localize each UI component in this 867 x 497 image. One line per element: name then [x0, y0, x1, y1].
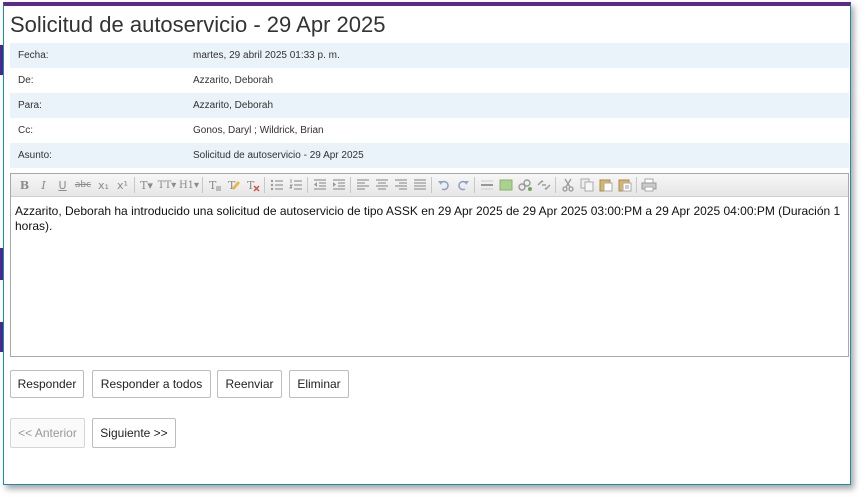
- toolbar-separator: [202, 177, 203, 193]
- redo-icon[interactable]: [453, 176, 472, 194]
- align-left-icon[interactable]: [353, 176, 372, 194]
- message-body[interactable]: Azzarito, Deborah ha introducido una sol…: [11, 197, 848, 241]
- image-icon[interactable]: [496, 176, 515, 194]
- message-editor: B I U abc x₁ x¹ T▾ TT▾ H1▾ T T T Azzarit…: [10, 173, 849, 357]
- reply-button[interactable]: Responder: [10, 370, 84, 398]
- print-icon[interactable]: [639, 176, 658, 194]
- superscript-button[interactable]: x¹: [113, 176, 132, 194]
- editor-toolbar: B I U abc x₁ x¹ T▾ TT▾ H1▾ T T T: [11, 174, 848, 197]
- toolbar-separator: [431, 177, 432, 193]
- align-justify-icon[interactable]: [410, 176, 429, 194]
- toolbar-separator: [134, 177, 135, 193]
- paste-icon[interactable]: [596, 176, 615, 194]
- strikethrough-button[interactable]: abc: [72, 176, 94, 194]
- message-window: Solicitud de autoservicio - 29 Apr 2025 …: [3, 2, 851, 485]
- bullet-list-icon[interactable]: [267, 176, 286, 194]
- header-row-to: Para: Azzarito, Deborah: [10, 93, 849, 118]
- bold-button[interactable]: B: [15, 176, 34, 194]
- message-header: Fecha: martes, 29 abril 2025 01:33 p. m.…: [10, 43, 849, 168]
- header-row-from: De: Azzarito, Deborah: [10, 68, 849, 93]
- page-title: Solicitud de autoservicio - 29 Apr 2025: [10, 12, 386, 37]
- date-value: martes, 29 abril 2025 01:33 p. m.: [193, 50, 340, 61]
- highlight-icon[interactable]: T: [224, 176, 243, 194]
- align-right-icon[interactable]: [391, 176, 410, 194]
- date-label: Fecha:: [18, 50, 49, 61]
- next-button[interactable]: Siguiente >>: [92, 418, 176, 448]
- header-row-date: Fecha: martes, 29 abril 2025 01:33 p. m.: [10, 43, 849, 68]
- toolbar-separator: [555, 177, 556, 193]
- header-row-subject: Asunto: Solicitud de autoservicio - 29 A…: [10, 143, 849, 168]
- to-value: Azzarito, Deborah: [193, 100, 274, 111]
- clear-format-icon[interactable]: T: [243, 176, 262, 194]
- previous-button[interactable]: << Anterior: [10, 418, 85, 448]
- from-label: De:: [18, 75, 34, 86]
- header-row-cc: Cc: Gonos, Daryl ; Wildrick, Brian: [10, 118, 849, 143]
- from-value: Azzarito, Deborah: [193, 75, 274, 86]
- subject-value: Solicitud de autoservicio - 29 Apr 2025: [193, 150, 364, 161]
- delete-button[interactable]: Eliminar: [289, 370, 349, 398]
- toolbar-separator: [264, 177, 265, 193]
- outdent-icon[interactable]: [310, 176, 329, 194]
- text-color-icon[interactable]: T: [205, 176, 224, 194]
- paste-text-icon[interactable]: [615, 176, 634, 194]
- horizontal-rule-icon[interactable]: [477, 176, 496, 194]
- reply-all-button[interactable]: Responder a todos: [92, 370, 211, 398]
- cc-label: Cc:: [18, 125, 33, 136]
- forward-button[interactable]: Reenviar: [217, 370, 282, 398]
- cc-value: Gonos, Daryl ; Wildrick, Brian: [193, 125, 324, 136]
- indent-icon[interactable]: [329, 176, 348, 194]
- numbered-list-icon[interactable]: [286, 176, 305, 194]
- font-dropdown[interactable]: T▾: [137, 176, 156, 194]
- toolbar-separator: [474, 177, 475, 193]
- svg-text:T: T: [209, 179, 217, 192]
- italic-button[interactable]: I: [34, 176, 53, 194]
- unlink-icon[interactable]: [534, 176, 553, 194]
- link-icon[interactable]: [515, 176, 534, 194]
- underline-button[interactable]: U: [53, 176, 72, 194]
- subscript-button[interactable]: x₁: [94, 176, 113, 194]
- heading-dropdown[interactable]: H1▾: [178, 176, 200, 194]
- subject-label: Asunto:: [18, 150, 52, 161]
- toolbar-separator: [636, 177, 637, 193]
- undo-icon[interactable]: [434, 176, 453, 194]
- copy-icon[interactable]: [577, 176, 596, 194]
- cut-icon[interactable]: [558, 176, 577, 194]
- font-size-dropdown[interactable]: TT▾: [156, 176, 178, 194]
- svg-text:T: T: [247, 179, 255, 192]
- toolbar-separator: [307, 177, 308, 193]
- to-label: Para:: [18, 100, 42, 111]
- toolbar-separator: [350, 177, 351, 193]
- align-center-icon[interactable]: [372, 176, 391, 194]
